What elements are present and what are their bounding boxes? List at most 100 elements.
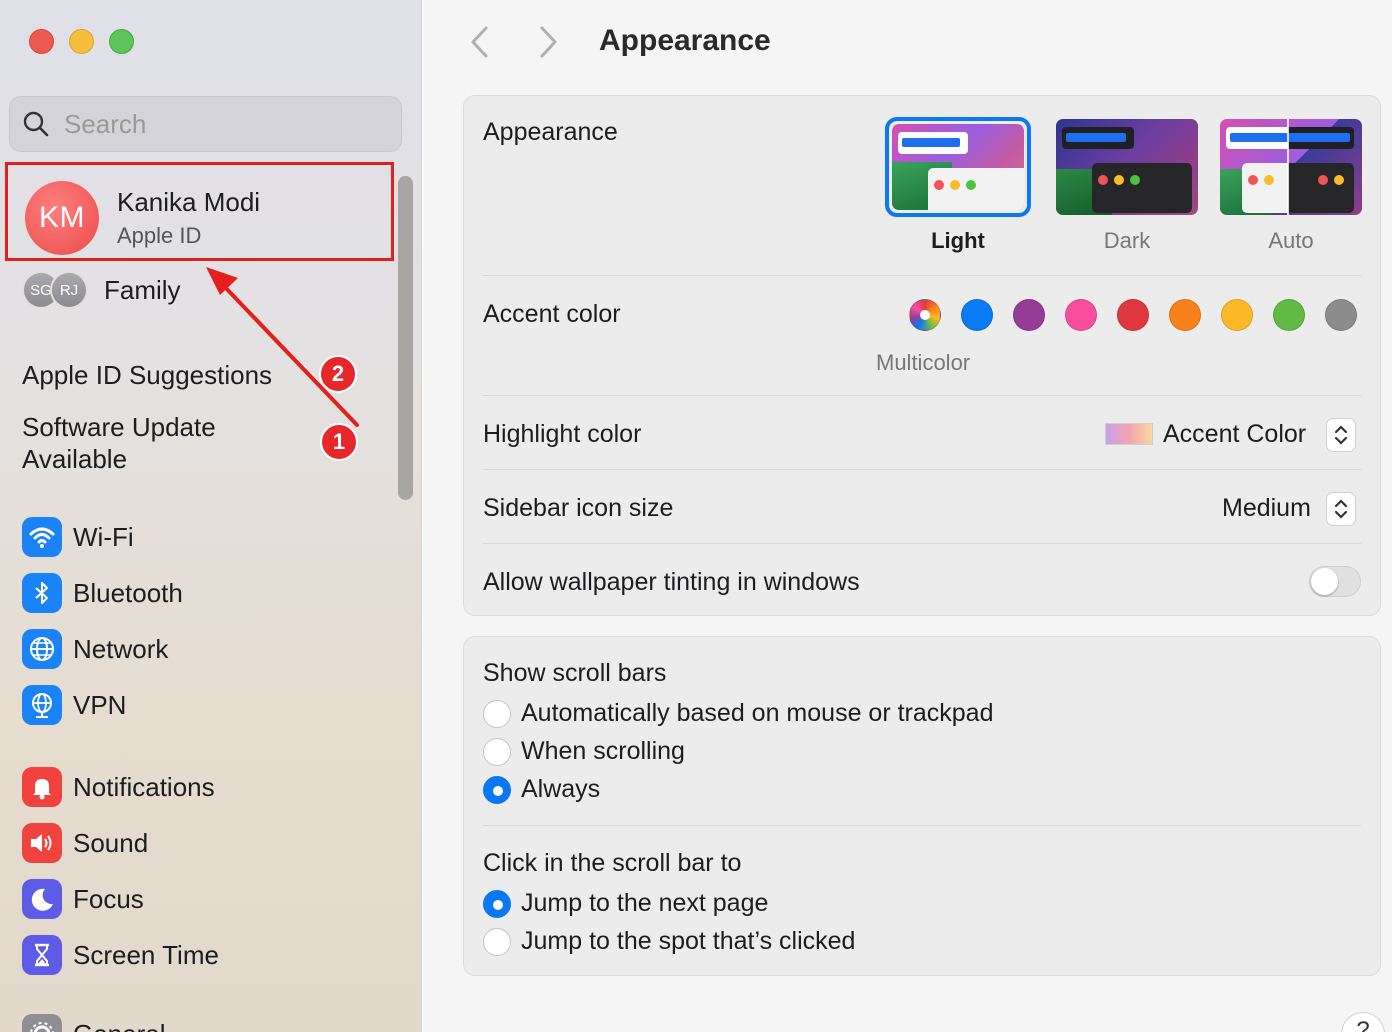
software-update-line-1: Software Update [22, 412, 216, 442]
radio-button[interactable] [483, 889, 511, 918]
accent-swatch-red[interactable] [1117, 299, 1149, 331]
appearance-option-label: Dark [1103, 228, 1151, 253]
light-preview-image [892, 124, 1024, 210]
radio-button[interactable] [483, 699, 511, 728]
sidebar-item-screen-time[interactable]: Screen Time [22, 935, 219, 975]
appearance-option-auto[interactable] [1218, 117, 1364, 217]
apple-id-account-item[interactable]: KM Kanika Modi Apple ID [5, 162, 394, 261]
sidebar-icon-size-value[interactable]: Medium [1222, 494, 1311, 523]
search-input[interactable] [64, 108, 384, 140]
speaker-icon [22, 823, 62, 863]
sidebar-item-label: Focus [73, 883, 144, 914]
sidebar-item-vpn[interactable]: VPN [22, 685, 126, 725]
sidebar-item-label: Sound [73, 827, 149, 858]
sidebar-item-label: General [73, 1019, 166, 1032]
accent-swatch-green[interactable] [1273, 299, 1305, 331]
forward-button[interactable] [531, 24, 567, 60]
hourglass-icon [22, 935, 62, 975]
sidebar-item-sound[interactable]: Sound [22, 823, 148, 863]
click-scroll-bar-label: Click in the scroll bar to [483, 849, 742, 877]
appearance-option-label: Auto [1268, 228, 1314, 253]
sidebar-item-network[interactable]: Network [22, 629, 168, 669]
wallpaper-tinting-toggle[interactable] [1309, 566, 1361, 597]
accent-swatch-orange[interactable] [1169, 299, 1201, 331]
dark-preview-image [1056, 119, 1198, 215]
accent-selected-label: Multicolor [876, 350, 971, 375]
vpn-globe-icon [22, 685, 62, 725]
divider [483, 275, 1361, 276]
sidebar-item-notifications[interactable]: Notifications [22, 767, 215, 807]
minimize-button[interactable] [69, 29, 94, 54]
divider [483, 469, 1361, 470]
main-pane: Appearance Appearance Light Dark Auto Ac… [423, 0, 1392, 1032]
sidebar-item-apple-id-suggestions[interactable]: Apple ID Suggestions [22, 359, 272, 391]
divider [483, 395, 1361, 396]
sidebar-item-label: Network [73, 633, 169, 664]
close-button[interactable] [29, 29, 54, 54]
sidebar-icon-size-label: Sidebar icon size [483, 494, 674, 522]
auto-preview-image [1220, 119, 1362, 215]
sidebar-item-focus[interactable]: Focus [22, 879, 144, 919]
radio-label: Always [521, 775, 601, 803]
radio-jump-next-page[interactable]: Jump to the next page [483, 889, 768, 918]
sidebar-item-label: VPN [73, 689, 127, 720]
chevron-right-icon [540, 26, 557, 58]
accent-swatch-multicolor[interactable] [909, 299, 941, 331]
radio-label: Automatically based on mouse or trackpad [521, 699, 994, 727]
sidebar-item-wifi[interactable]: Wi-Fi [22, 517, 134, 557]
accent-swatch-yellow[interactable] [1221, 299, 1253, 331]
accent-swatch-blue[interactable] [961, 299, 993, 331]
bluetooth-icon [22, 573, 62, 613]
sidebar-item-bluetooth[interactable]: Bluetooth [22, 573, 183, 613]
accent-color-swatches [909, 299, 1357, 331]
appearance-label: Appearance [483, 118, 618, 146]
sidebar-scrollbar[interactable] [398, 176, 413, 500]
chevron-up-down-icon [1334, 499, 1348, 519]
user-subtitle: Apple ID [117, 223, 202, 248]
help-button[interactable]: ? [1341, 1012, 1385, 1032]
gear-icon [22, 1014, 62, 1032]
show-scroll-bars-label: Show scroll bars [483, 659, 667, 687]
divider [483, 543, 1361, 544]
highlight-color-popup-button[interactable] [1326, 418, 1356, 452]
sidebar-item-label: Wi-Fi [73, 521, 134, 552]
user-name: Kanika Modi [117, 187, 261, 217]
radio-scroll-always[interactable]: Always [483, 775, 600, 804]
radio-scroll-when-scrolling[interactable]: When scrolling [483, 737, 685, 766]
accent-swatch-pink[interactable] [1065, 299, 1097, 331]
radio-scroll-automatic[interactable]: Automatically based on mouse or trackpad [483, 699, 993, 728]
sidebar-icon-size-popup-button[interactable] [1326, 492, 1356, 526]
appearance-option-light[interactable] [885, 117, 1031, 217]
wifi-icon [22, 517, 62, 557]
bell-icon [22, 767, 62, 807]
sidebar-item-general[interactable]: General [22, 1014, 166, 1032]
highlight-color-value[interactable]: Accent Color [1163, 420, 1306, 449]
sidebar-item-software-update[interactable]: Software Update Available [22, 411, 216, 475]
avatar: KM [25, 181, 99, 255]
family-label: Family [104, 274, 181, 305]
search-field[interactable] [9, 96, 402, 152]
radio-label: Jump to the spot that’s clicked [521, 927, 856, 955]
radio-jump-to-spot[interactable]: Jump to the spot that’s clicked [483, 927, 855, 956]
radio-button[interactable] [483, 775, 511, 804]
page-title: Appearance [599, 24, 771, 57]
notification-badge: 1 [320, 423, 358, 461]
back-button[interactable] [461, 24, 497, 60]
sidebar-item-label: Bluetooth [73, 577, 183, 608]
zoom-button[interactable] [109, 29, 134, 54]
appearance-option-dark[interactable] [1054, 117, 1200, 217]
sidebar-item-label: Screen Time [73, 939, 219, 970]
radio-button[interactable] [483, 737, 511, 766]
sidebar-item-family[interactable]: SG RJ Family [22, 271, 181, 309]
moon-icon [22, 879, 62, 919]
radio-label: Jump to the next page [521, 889, 769, 917]
radio-label: When scrolling [521, 737, 685, 765]
sidebar: KM Kanika Modi Apple ID SG RJ Family App… [0, 0, 422, 1032]
search-icon [23, 111, 49, 137]
scroll-bar-settings-group: Show scroll bars Automatically based on … [463, 636, 1381, 976]
highlight-color-swatch [1105, 423, 1153, 445]
notification-badge: 2 [319, 355, 357, 393]
radio-button[interactable] [483, 927, 511, 956]
accent-swatch-purple[interactable] [1013, 299, 1045, 331]
accent-swatch-graphite[interactable] [1325, 299, 1357, 331]
